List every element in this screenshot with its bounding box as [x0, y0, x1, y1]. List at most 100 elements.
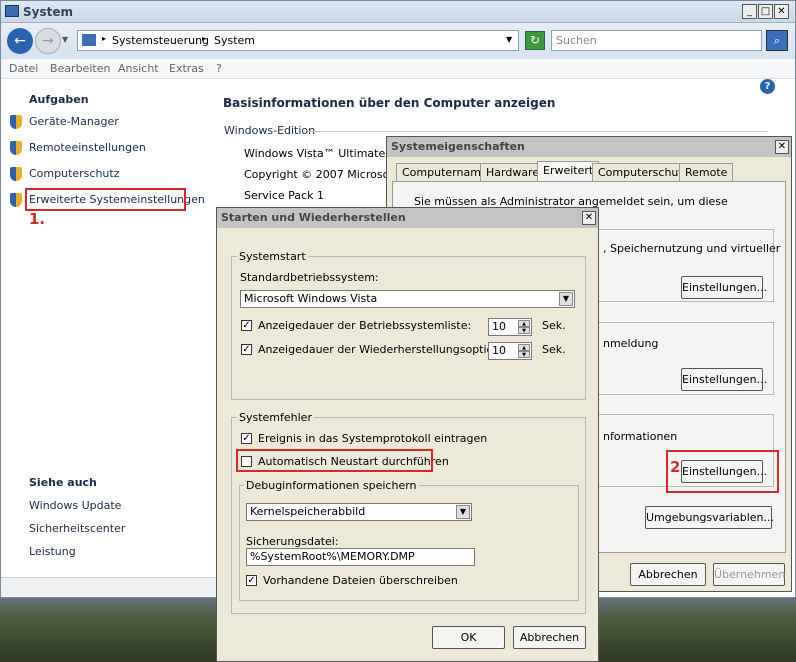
shield-icon — [10, 115, 22, 129]
cancel-button[interactable]: Abbrechen — [513, 626, 586, 649]
menu-extras[interactable]: Extras — [169, 62, 204, 75]
address-dropdown-icon[interactable]: ▼ — [506, 35, 512, 44]
link-leistung[interactable]: Leistung — [29, 545, 76, 558]
sysprops-cancel-button[interactable]: Abbrechen — [630, 563, 706, 586]
edition-label: Windows-Edition — [224, 124, 316, 137]
search-icon[interactable]: ⌕ — [766, 30, 788, 51]
startup-title-bar: Starten und Wiederherstellen — [217, 208, 598, 228]
menu-help[interactable]: ? — [216, 62, 222, 75]
highlight-box-2 — [666, 450, 779, 493]
recovery-options-spinner[interactable]: 10 ▲ ▼ — [488, 342, 532, 360]
see-also-heading: Siehe auch — [29, 476, 97, 489]
checkbox-recovery-options[interactable]: ✓ — [241, 344, 252, 355]
close-button[interactable]: ✕ — [774, 4, 789, 19]
tab-hardware[interactable]: Hardware — [480, 163, 546, 181]
highlight-box-auto-restart — [236, 449, 433, 472]
sysprops-apply-button[interactable]: Übernehmen — [713, 563, 785, 586]
os-list-spinner[interactable]: 10 ▲ ▼ — [488, 318, 532, 336]
recovery-options-label: Anzeigedauer der Wiederherstellungsoptio… — [258, 343, 518, 356]
shield-icon — [10, 193, 22, 207]
copyright-line: Copyright © 2007 Microsoft C — [244, 168, 409, 181]
sysprops-title: Systemeigenschaften — [391, 140, 525, 153]
task-pane: Aufgaben Geräte-Manager Remoteeinstellun… — [1, 80, 216, 577]
service-pack-line: Service Pack 1 — [244, 189, 324, 202]
os-list-label: Anzeigedauer der Betriebssystemliste: — [258, 319, 472, 332]
separator-icon: ▸ — [102, 34, 107, 43]
dump-type-select[interactable]: Kernelspeicherabbild ▼ — [246, 503, 472, 521]
spin-up-icon[interactable]: ▲ — [518, 320, 530, 327]
link-sicherheitscenter[interactable]: Sicherheitscenter — [29, 522, 125, 535]
link-windows-update[interactable]: Windows Update — [29, 499, 121, 512]
breadcrumb-systemsteuerung[interactable]: Systemsteuerung — [112, 34, 209, 47]
event-log-label: Ereignis in das Systemprotokoll eintrage… — [258, 432, 488, 445]
link-geraete-manager[interactable]: Geräte-Manager — [29, 115, 119, 128]
default-os-value: Microsoft Windows Vista — [244, 292, 378, 305]
minimize-button[interactable]: _ — [742, 4, 757, 19]
sysprops-title-bar: Systemeigenschaften — [387, 137, 791, 157]
tab-erweitert[interactable]: Erweitert — [537, 161, 600, 182]
help-icon[interactable]: ? — [760, 79, 775, 94]
forward-icon[interactable]: → — [35, 28, 61, 54]
checkbox-event-log[interactable]: ✓ — [241, 433, 252, 444]
systemstart-label: Systemstart — [237, 250, 308, 263]
seconds-label: Sek. — [542, 319, 566, 332]
step-1-label: 1. — [29, 210, 46, 228]
address-bar[interactable]: ▸ Systemsteuerung ▸ System ▼ — [77, 30, 519, 51]
title-bar: System _ □ ✕ — [1, 1, 795, 23]
menu-datei[interactable]: Datei — [9, 62, 38, 75]
performance-text: , Speichernutzung und virtueller — [603, 242, 781, 255]
seconds-label: Sek. — [542, 343, 566, 356]
separator-icon: ▸ — [202, 34, 207, 43]
window-title: System — [23, 5, 73, 19]
default-os-label: Standardbetriebssystem: — [240, 271, 379, 284]
environment-variables-button[interactable]: Umgebungsvariablen... — [645, 506, 774, 529]
edition-line: Windows Vista™ Ultimate — [244, 147, 386, 160]
profile-settings-button[interactable]: Einstellungen... — [681, 368, 767, 391]
spin-down-icon[interactable]: ▼ — [518, 327, 530, 334]
history-dropdown-icon[interactable]: ▼ — [62, 35, 68, 44]
checkbox-os-list[interactable]: ✓ — [241, 320, 252, 331]
spin-up-icon[interactable]: ▲ — [518, 344, 530, 351]
recovery-options-value: 10 — [492, 344, 506, 357]
profile-text: nmeldung — [603, 337, 659, 350]
performance-settings-button[interactable]: Einstellungen... — [681, 276, 767, 299]
checkbox-overwrite[interactable]: ✓ — [246, 575, 257, 586]
overwrite-label: Vorhandene Dateien überschreiben — [263, 574, 458, 587]
computer-icon — [82, 34, 96, 46]
chevron-down-icon[interactable]: ▼ — [456, 505, 470, 519]
refresh-icon[interactable]: ↻ — [525, 31, 545, 50]
search-input[interactable]: Suchen — [551, 30, 762, 51]
highlight-box-1 — [25, 188, 186, 211]
chevron-down-icon[interactable]: ▼ — [559, 292, 573, 306]
sysprops-close-button[interactable]: ✕ — [775, 140, 789, 154]
shield-icon — [10, 167, 22, 181]
step-2-label: 2 — [670, 458, 681, 476]
link-computerschutz[interactable]: Computerschutz — [29, 167, 120, 180]
startup-close-button[interactable]: ✕ — [582, 211, 596, 225]
page-title: Basisinformationen über den Computer anz… — [223, 96, 556, 110]
dump-file-input[interactable]: %SystemRoot%\MEMORY.DMP — [246, 548, 475, 566]
ok-button[interactable]: OK — [432, 626, 505, 649]
dump-file-label: Sicherungsdatei: — [246, 535, 339, 548]
breadcrumb-system[interactable]: System — [214, 34, 255, 47]
systemfehler-label: Systemfehler — [237, 411, 314, 424]
tasks-heading: Aufgaben — [29, 93, 89, 106]
menu-bearbeiten[interactable]: Bearbeiten — [50, 62, 110, 75]
debug-label: Debuginformationen speichern — [244, 479, 419, 492]
os-list-value: 10 — [492, 320, 506, 333]
tab-remote[interactable]: Remote — [679, 163, 734, 181]
spin-down-icon[interactable]: ▼ — [518, 351, 530, 358]
divider — [308, 131, 768, 132]
shield-icon — [10, 141, 22, 155]
maximize-button[interactable]: □ — [758, 4, 773, 19]
link-remoteeinstellungen[interactable]: Remoteeinstellungen — [29, 141, 146, 154]
startup-title: Starten und Wiederherstellen — [221, 211, 406, 224]
default-os-select[interactable]: Microsoft Windows Vista ▼ — [240, 290, 575, 308]
dump-type-value: Kernelspeicherabbild — [250, 505, 366, 518]
menu-bar: Datei Bearbeiten Ansicht Extras ? — [1, 59, 795, 79]
back-icon[interactable]: ← — [7, 28, 33, 54]
startup-recovery-dialog: Starten und Wiederherstellen ✕ Systemsta… — [216, 207, 599, 662]
startup-text: nformationen — [603, 430, 678, 443]
system-icon — [5, 5, 19, 17]
menu-ansicht[interactable]: Ansicht — [118, 62, 159, 75]
